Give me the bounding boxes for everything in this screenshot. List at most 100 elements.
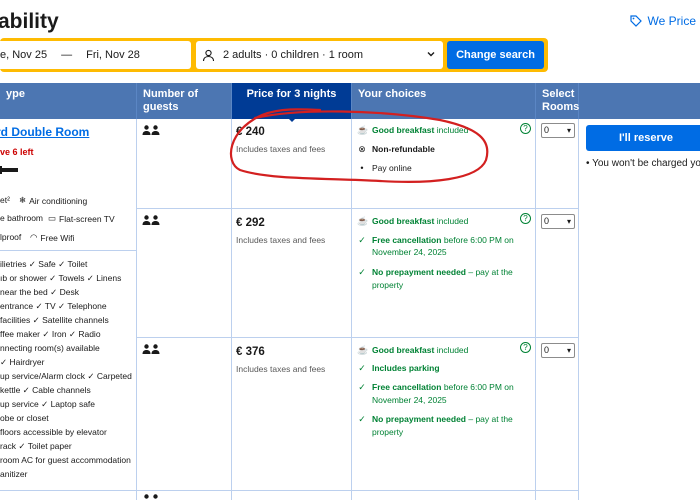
column-divider [578,119,579,500]
check-icon: ✓ [358,235,366,245]
column-divider [535,119,536,500]
date-separator: — [61,49,73,61]
choice-pay-at-property: property [372,280,404,290]
choice-cancellation-date: November 24, 2025 [372,395,447,405]
room-quantity-select[interactable]: 0 ▾ [541,343,575,358]
choice-non-refundable: ⊗ Non-refundable [358,144,435,154]
chevron-down-icon: ▾ [566,126,571,135]
reserve-button[interactable]: I'll reserve [586,125,700,151]
check-icon: ✓ [358,267,366,277]
column-divider [231,119,232,500]
two-guests-icon [142,125,160,135]
amenity-line: near the bed ✓ Desk [0,287,79,297]
two-guests-icon [142,344,160,354]
price-match-link[interactable]: We Price [629,14,696,28]
search-bar: e, Nov 25 — Fri, Nov 28 2 adults · 0 chi… [0,38,548,72]
row-divider [137,208,578,209]
scarcity-message: ve 6 left [0,147,34,157]
choice-no-prepayment: ✓ No prepayment needed – pay at the [358,267,513,277]
chevron-down-icon: ▾ [566,217,571,226]
page-title: ability [0,10,59,33]
price-note: Includes taxes and fees [236,364,326,374]
check-out-date: Fri, Nov 28 [86,49,140,61]
amenity-line: ilietries ✓ Safe ✓ Toilet [0,259,88,269]
choice-breakfast: ☕ Good breakfast included [357,216,469,226]
help-icon[interactable]: ? [520,123,531,134]
amenity-line: obe or closet [0,413,49,423]
facility-soundproof: lproof [0,232,22,242]
chevron-down-icon [427,52,435,57]
amenity-line: floors accessible by elevator [0,427,107,437]
person-icon [202,49,215,61]
choice-free-cancellation: ✓ Free cancellation before 6:00 PM on [358,382,514,392]
bed-icon [0,166,18,174]
table-header: ype Number of guests Price for 3 nights … [0,83,700,119]
facility-divider [0,250,136,251]
check-icon: ✓ [358,414,366,424]
snowflake-icon: ❄ [19,195,27,205]
check-icon: ✓ [358,382,366,392]
choice-no-prepayment: ✓ No prepayment needed – pay at the [358,414,513,424]
two-guests-icon [142,215,160,225]
amenity-line: ıb or shower ✓ Towels ✓ Linens [0,273,122,283]
facility-bathroom: e bathroom [0,213,43,223]
price-header-pointer [285,115,299,122]
header-select-rooms: Select Rooms [536,83,579,119]
no-refund-icon: ⊗ [358,144,366,154]
choice-parking: ✓ Includes parking [358,363,440,373]
reserve-note: • You won't be charged yo [586,158,700,169]
date-range-field[interactable]: e, Nov 25 — Fri, Nov 28 [0,41,191,69]
price-note: Includes taxes and fees [236,144,326,154]
price-value: € 292 [236,217,265,229]
amenity-line: room AC for guest accommodation [0,455,131,465]
choice-breakfast: ☕ Good breakfast included [357,345,469,355]
price-note: Includes taxes and fees [236,235,326,245]
coffee-cup-icon: ☕ [357,125,369,135]
column-divider [136,119,137,500]
header-room-type: ype [0,83,137,119]
amenity-line: nnecting room(s) available [0,343,100,353]
header-price: Price for 3 nights [232,83,352,119]
amenity-line: facilities ✓ Satellite channels [0,315,109,325]
coffee-cup-icon: ☕ [357,216,369,226]
chevron-down-icon: ▾ [566,346,571,355]
guests-summary: 2 adults · 0 children · 1 room [223,49,364,61]
amenity-line: rack ✓ Toilet paper [0,441,72,451]
price-value: € 240 [236,126,265,138]
facility-size: et² [0,195,10,205]
amenity-line: up service/Alarm clock ✓ Carpeted [0,371,132,381]
help-icon[interactable]: ? [520,213,531,224]
tv-icon: ▭ [48,213,57,223]
choice-cancellation-date: November 24, 2025 [372,247,447,257]
help-icon[interactable]: ? [520,342,531,353]
change-search-button[interactable]: Change search [447,41,544,69]
bullet-icon: • [360,163,364,173]
facility-wifi: ◠ Free Wifi [30,232,75,243]
facility-air-conditioning: ❄ Air conditioning [19,195,88,206]
amenity-line: up service ✓ Laptop safe [0,399,96,409]
facility-tv: ▭ Flat-screen TV [48,213,115,224]
choice-pay-at-property: property [372,427,404,437]
room-quantity-select[interactable]: 0 ▾ [541,123,575,138]
check-in-date: e, Nov 25 [0,49,48,61]
price-match-label: We Price [647,14,696,28]
choice-breakfast: ☕ Good breakfast included [357,125,469,135]
amenity-line: anitizer [0,469,28,479]
amenity-line: ✓ Hairdryer [0,357,45,367]
amenity-line: kettle ✓ Cable channels [0,385,91,395]
row-divider [137,337,578,338]
row-divider [0,490,578,491]
check-icon: ✓ [358,363,366,373]
amenity-line: entrance ✓ TV ✓ Telephone [0,301,107,311]
room-name-link[interactable]: rd Double Room [0,125,89,139]
wifi-icon: ◠ [30,232,38,242]
choice-free-cancellation: ✓ Free cancellation before 6:00 PM on [358,235,514,245]
room-quantity-select[interactable]: 0 ▾ [541,214,575,229]
tag-icon [629,15,642,27]
two-guests-icon [144,494,158,499]
guests-field[interactable]: 2 adults · 0 children · 1 room [196,41,443,69]
header-number-of-guests: Number of guests [137,83,232,119]
coffee-cup-icon: ☕ [357,345,369,355]
choice-pay-online: • Pay online [357,162,411,174]
column-divider [351,119,352,500]
